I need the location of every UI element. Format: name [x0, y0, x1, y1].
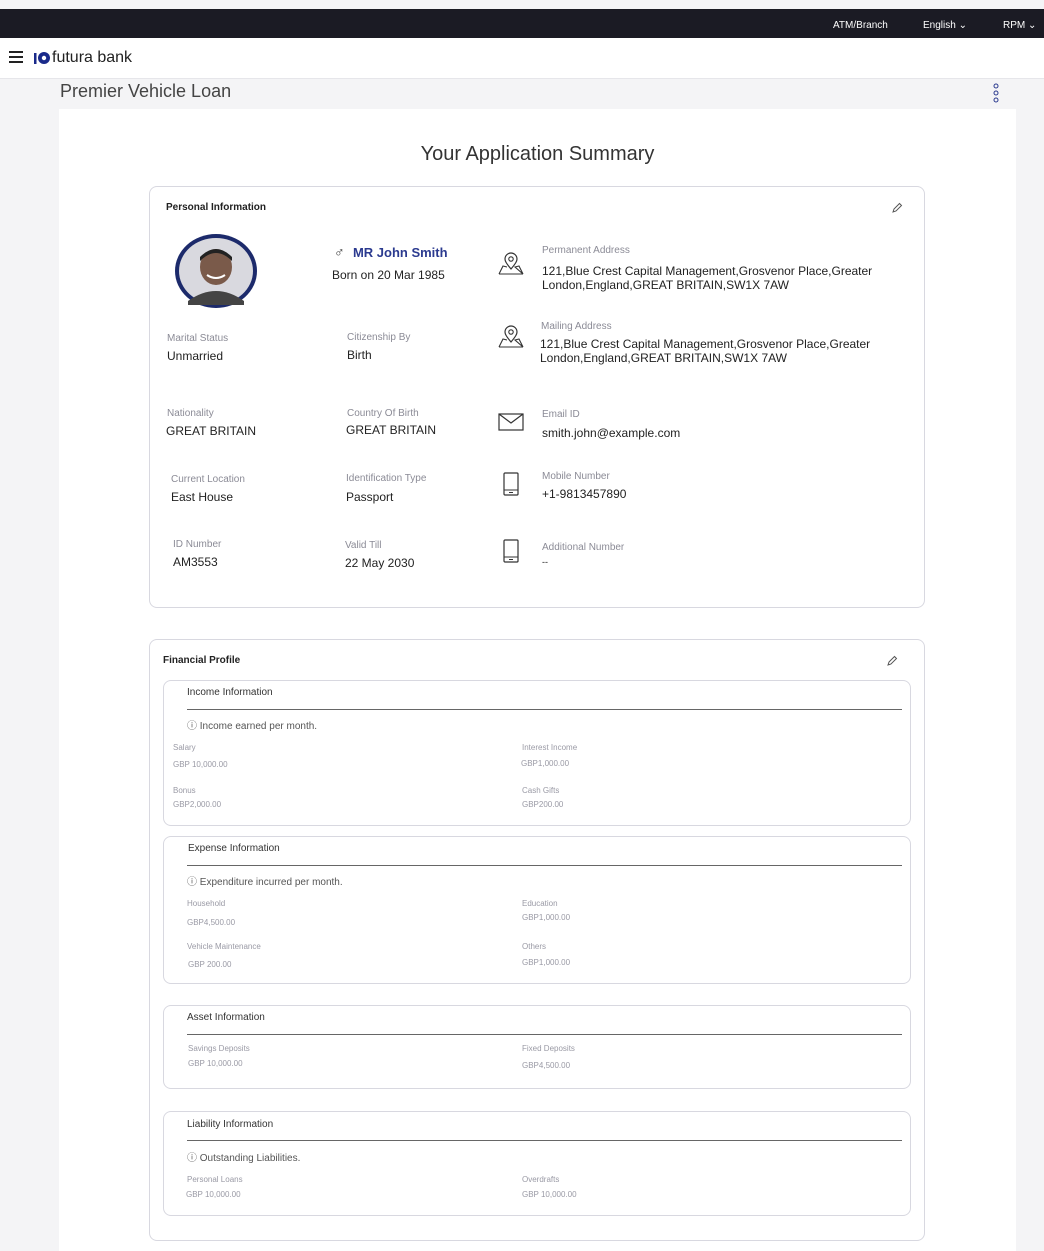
id-number-label: ID Number: [173, 539, 222, 550]
location-pin-icon: [498, 252, 524, 276]
household-label: Household: [187, 899, 226, 908]
brand-name[interactable]: futura bank: [52, 49, 132, 67]
liability-note-text: Outstanding Liabilities.: [199, 1153, 301, 1164]
page-title: Premier Vehicle Loan: [60, 81, 232, 101]
income-note-text: Income earned per month.: [199, 721, 318, 732]
fixed-deposits-value: GBP4,500.00: [522, 1061, 571, 1070]
nationality-value: GREAT BRITAIN: [166, 424, 257, 438]
additional-number-label: Additional Number: [542, 542, 625, 553]
male-gender-icon: ♂: [334, 244, 345, 260]
vehicle-maintenance-label: Vehicle Maintenance: [187, 942, 261, 951]
user-label: RPM: [1003, 20, 1026, 31]
personal-info-title: Personal Information: [166, 202, 267, 213]
salary-value: GBP 10,000.00: [173, 760, 228, 769]
personal-loans-label: Personal Loans: [187, 1175, 243, 1184]
applicant-name-row: ♂ MR John Smith: [334, 244, 448, 262]
additional-number-value: --: [542, 557, 548, 567]
mobile-number-value: +1-9813457890: [542, 487, 627, 501]
info-icon: ⓘ: [187, 721, 197, 732]
mobile-number-label: Mobile Number: [542, 471, 610, 482]
overdrafts-label: Overdrafts: [522, 1175, 560, 1184]
more-options-icon[interactable]: [993, 83, 999, 108]
marital-status-value: Unmarried: [167, 349, 224, 363]
interest-income-label: Interest Income: [522, 743, 578, 752]
personal-info-card: [149, 186, 925, 608]
current-location-value: East House: [171, 490, 234, 504]
cash-gifts-label: Cash Gifts: [522, 786, 560, 795]
permanent-address-label: Permanent Address: [542, 245, 630, 256]
liability-note: ⓘ Outstanding Liabilities.: [187, 1149, 300, 1164]
mailing-address-label: Mailing Address: [541, 321, 612, 332]
current-location-label: Current Location: [171, 474, 245, 485]
top-bar: ATM/Branch English ⌄ RPM ⌄: [0, 9, 1044, 38]
cash-gifts-value: GBP200.00: [522, 800, 564, 809]
email-value: smith.john@example.com: [542, 426, 681, 440]
marital-status-label: Marital Status: [167, 333, 229, 344]
edit-personal-icon[interactable]: [891, 201, 903, 219]
expense-note-text: Expenditure incurred per month.: [199, 877, 343, 888]
others-label: Others: [522, 942, 547, 951]
location-pin-icon: [498, 325, 524, 349]
divider: [187, 1034, 902, 1035]
valid-till-label: Valid Till: [345, 540, 382, 551]
fixed-deposits-label: Fixed Deposits: [522, 1044, 575, 1053]
financial-profile-title: Financial Profile: [163, 655, 241, 666]
household-value: GBP4,500.00: [187, 918, 236, 927]
app-header: futura bank: [0, 38, 1044, 79]
income-info-title: Income Information: [187, 687, 273, 698]
education-label: Education: [522, 899, 558, 908]
chevron-down-icon: ⌄: [958, 20, 967, 31]
hamburger-menu-icon[interactable]: [9, 51, 23, 63]
identification-type-label: Identification Type: [346, 473, 427, 484]
date-of-birth: Born on 20 Mar 1985: [332, 268, 445, 282]
income-note: ⓘ Income earned per month.: [187, 717, 317, 732]
nationality-label: Nationality: [167, 408, 214, 419]
vehicle-maintenance-value: GBP 200.00: [188, 960, 232, 969]
summary-title: Your Application Summary: [420, 143, 655, 165]
divider: [187, 709, 902, 710]
overdrafts-value: GBP 10,000.00: [522, 1190, 577, 1199]
expense-note: ⓘ Expenditure incurred per month.: [187, 873, 343, 888]
divider: [187, 1140, 902, 1141]
citizenship-value: Birth: [347, 348, 372, 362]
mailing-address-line2: London,England,GREAT BRITAIN,SW1X 7AW: [540, 351, 787, 365]
email-label: Email ID: [542, 409, 580, 420]
asset-info-title: Asset Information: [187, 1012, 265, 1023]
expense-info-title: Expense Information: [188, 843, 280, 854]
user-menu[interactable]: RPM ⌄: [1003, 20, 1036, 31]
others-value: GBP1,000.00: [522, 958, 571, 967]
mail-icon: [498, 413, 524, 431]
chevron-down-icon: ⌄: [1028, 20, 1037, 31]
interest-income-value: GBP1,000.00: [521, 759, 570, 768]
permanent-address-line1: 121,Blue Crest Capital Management,Grosve…: [542, 264, 873, 278]
language-selector[interactable]: English ⌄: [923, 20, 967, 31]
applicant-name: MR John Smith: [352, 245, 448, 260]
country-of-birth-label: Country Of Birth: [347, 408, 419, 419]
country-of-birth-value: GREAT BRITAIN: [346, 423, 437, 437]
info-icon: ⓘ: [187, 1153, 197, 1164]
permanent-address-line2: London,England,GREAT BRITAIN,SW1X 7AW: [542, 278, 789, 292]
valid-till-value: 22 May 2030: [345, 556, 415, 570]
identification-type-value: Passport: [346, 490, 394, 504]
avatar: [174, 233, 258, 309]
bank-logo-icon: [34, 50, 50, 66]
personal-loans-value: GBP 10,000.00: [186, 1190, 241, 1199]
info-icon: ⓘ: [187, 877, 197, 888]
savings-deposits-label: Savings Deposits: [188, 1044, 250, 1053]
mailing-address-line1: 121,Blue Crest Capital Management,Grosve…: [540, 337, 871, 351]
liability-info-title: Liability Information: [187, 1119, 274, 1130]
divider: [187, 865, 902, 866]
mobile-phone-icon: [503, 539, 519, 563]
atm-branch-link[interactable]: ATM/Branch: [833, 20, 888, 31]
savings-deposits-value: GBP 10,000.00: [188, 1059, 243, 1068]
mobile-phone-icon: [503, 472, 519, 496]
salary-label: Salary: [173, 743, 196, 752]
edit-financial-icon[interactable]: [886, 654, 898, 672]
education-value: GBP1,000.00: [522, 913, 571, 922]
bonus-label: Bonus: [173, 786, 196, 795]
language-label: English: [923, 20, 956, 31]
id-number-value: AM3553: [173, 555, 218, 569]
citizenship-label: Citizenship By: [347, 332, 411, 343]
bonus-value: GBP2,000.00: [173, 800, 222, 809]
